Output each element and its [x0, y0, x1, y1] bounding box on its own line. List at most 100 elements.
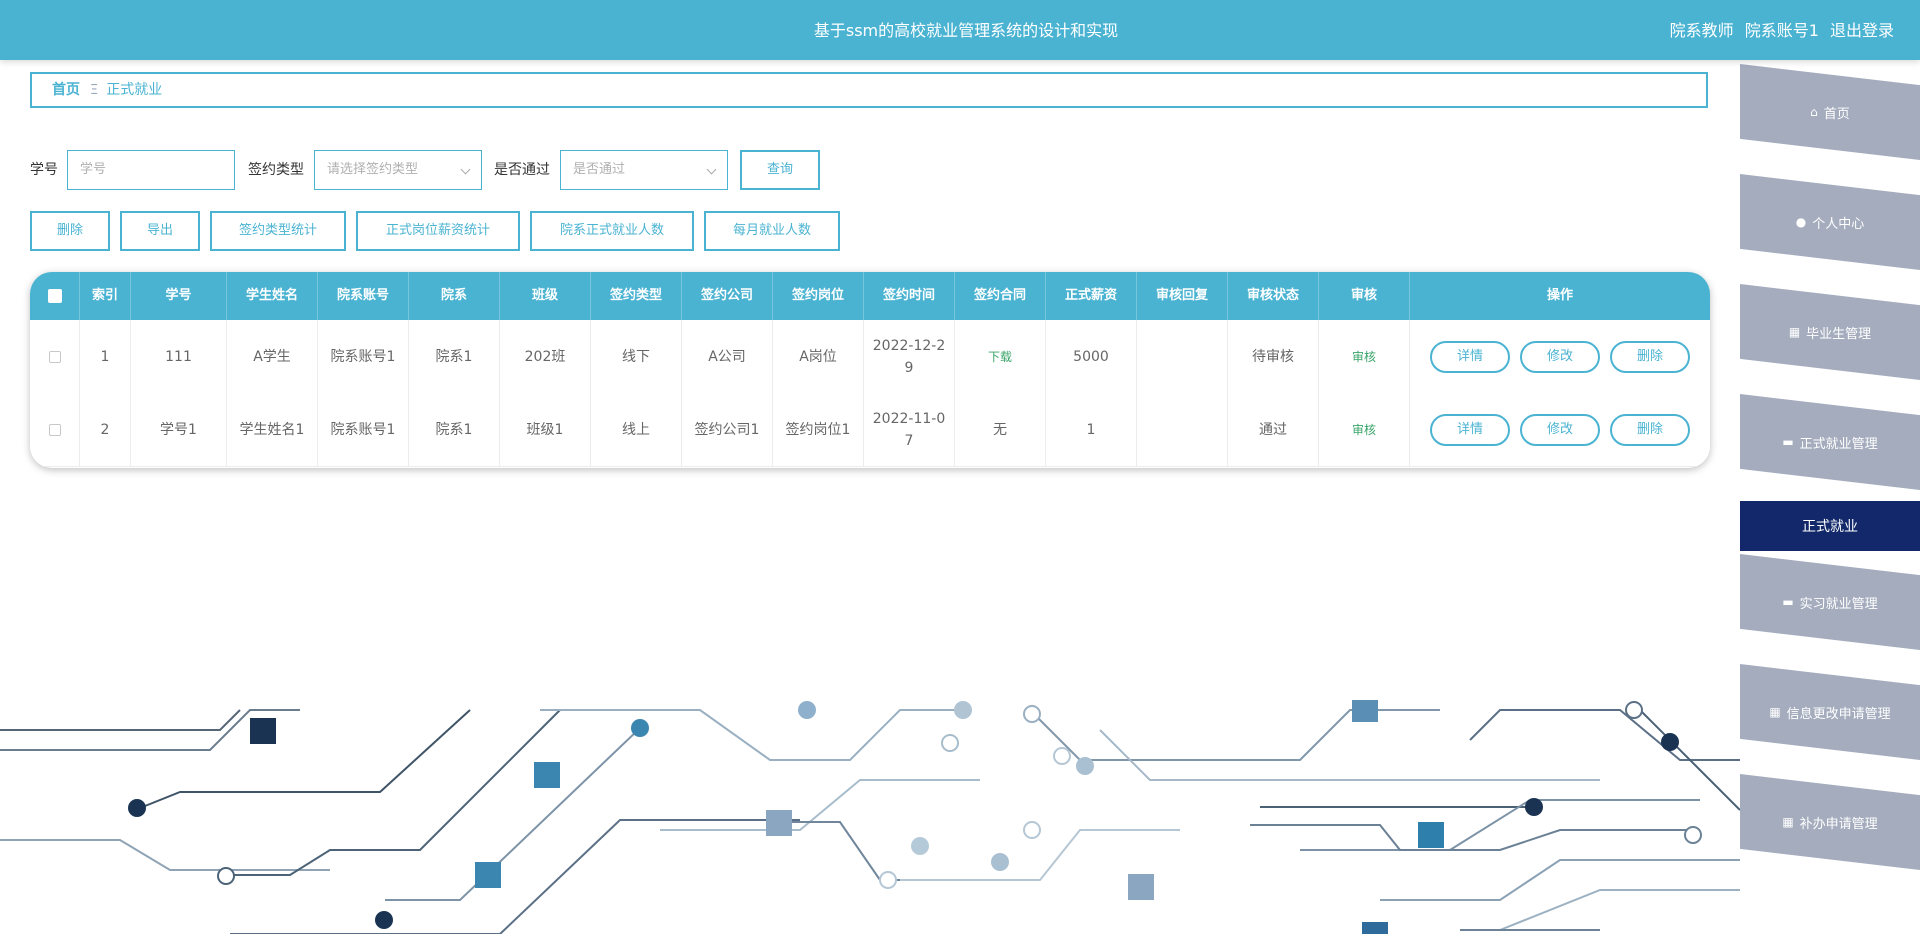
monthly-count-button[interactable]: 每月就业人数 — [704, 211, 840, 251]
row-checkbox[interactable] — [30, 393, 80, 466]
cell-review: 审核 — [1319, 393, 1410, 466]
cell-sign-type: 线下 — [591, 320, 682, 393]
th-reply: 审核回复 — [1137, 272, 1228, 320]
sidebar-item-label: 毕业生管理 — [1806, 326, 1872, 342]
sidebar-item-internship-mgmt[interactable]: ▬ 实习就业管理 — [1740, 554, 1920, 650]
cell-reply — [1137, 393, 1228, 466]
th-company: 签约公司 — [682, 272, 773, 320]
passed-select[interactable]: 是否通过 — [560, 150, 728, 190]
delete-button[interactable]: 删除 — [30, 211, 110, 251]
cell-position: A岗位 — [773, 320, 864, 393]
breadcrumb-current: 正式就业 — [106, 82, 163, 98]
chevron-down-icon — [706, 164, 717, 175]
cell-index: 2 — [80, 393, 131, 466]
sidebar-item-info-change-mgmt[interactable]: ▦ 信息更改申请管理 — [1740, 664, 1920, 760]
home-icon: ⌂ — [1810, 105, 1818, 119]
contract-download-link[interactable]: 下载 — [988, 346, 1012, 368]
row-delete-button[interactable]: 删除 — [1610, 413, 1690, 446]
th-salary: 正式薪资 — [1046, 272, 1137, 320]
cell-status: 待审核 — [1228, 320, 1319, 393]
sidebar-item-label: 信息更改申请管理 — [1786, 706, 1891, 722]
th-review: 审核 — [1319, 272, 1410, 320]
th-sign-time: 签约时间 — [864, 272, 955, 320]
review-link[interactable]: 审核 — [1352, 346, 1376, 368]
detail-button[interactable]: 详情 — [1430, 413, 1510, 446]
user-icon: ● — [1795, 215, 1807, 229]
sidebar-item-reissue-mgmt[interactable]: ▦ 补办申请管理 — [1740, 774, 1920, 870]
student-no-label: 学号 — [30, 162, 58, 178]
cell-student-name: 学生姓名1 — [227, 393, 318, 466]
sign-type-stats-button[interactable]: 签约类型统计 — [210, 211, 346, 251]
cell-class: 202班 — [500, 320, 591, 393]
dept-count-button[interactable]: 院系正式就业人数 — [530, 211, 694, 251]
breadcrumb-separator: Ξ — [90, 83, 99, 98]
row-checkbox[interactable] — [30, 320, 80, 393]
row-delete-button[interactable]: 删除 — [1610, 340, 1690, 373]
cell-salary: 1 — [1046, 393, 1137, 466]
cell-dept: 院系1 — [409, 320, 500, 393]
sidebar: ⌂ 首页 ● 个人中心 ▦ 毕业生管理 ▬ 正式就业管理 正式就业 ▬ 实习就业管理 ▦ 信… — [1740, 60, 1920, 934]
th-contract: 签约合同 — [955, 272, 1046, 320]
sidebar-item-label: 个人中心 — [1812, 216, 1865, 232]
cell-ops: 详情 修改 删除 — [1410, 320, 1710, 393]
grid-icon: ▦ — [1782, 815, 1794, 829]
monitor-icon: ▬ — [1782, 595, 1794, 609]
passed-placeholder: 是否通过 — [573, 162, 626, 177]
sidebar-item-label: 首页 — [1823, 106, 1850, 122]
user-account: 院系账号1 — [1744, 21, 1819, 40]
edit-button[interactable]: 修改 — [1520, 413, 1600, 446]
sidebar-item-profile[interactable]: ● 个人中心 — [1740, 174, 1920, 270]
th-index: 索引 — [80, 272, 131, 320]
cell-student-no: 学号1 — [131, 393, 227, 466]
breadcrumb-home[interactable]: 首页 — [52, 82, 80, 98]
logout-link[interactable]: 退出登录 — [1830, 21, 1894, 40]
edit-button[interactable]: 修改 — [1520, 340, 1600, 373]
cell-sign-type: 线上 — [591, 393, 682, 466]
cell-class: 班级1 — [500, 393, 591, 466]
app-title: 基于ssm的高校就业管理系统的设计和实现 — [813, 21, 1119, 40]
salary-stats-button[interactable]: 正式岗位薪资统计 — [356, 211, 520, 251]
cell-contract: 无 — [955, 393, 1046, 466]
th-status: 审核状态 — [1228, 272, 1319, 320]
sidebar-item-home[interactable]: ⌂ 首页 — [1740, 64, 1920, 160]
cell-contract: 下载 — [955, 320, 1046, 393]
sidebar-item-graduates[interactable]: ▦ 毕业生管理 — [1740, 284, 1920, 380]
user-role: 院系教师 — [1669, 21, 1734, 40]
cell-salary: 5000 — [1046, 320, 1137, 393]
cell-company: A公司 — [682, 320, 773, 393]
th-dept-account: 院系账号 — [318, 272, 409, 320]
cell-student-no: 111 — [131, 320, 227, 393]
table-row: 1 111 A学生 院系账号1 院系1 202班 线下 A公司 A岗位 2022… — [30, 320, 1710, 394]
th-student-name: 学生姓名 — [227, 272, 318, 320]
th-student-no: 学号 — [131, 272, 227, 320]
cell-index: 1 — [80, 320, 131, 393]
select-all-checkbox[interactable] — [30, 272, 80, 320]
export-button[interactable]: 导出 — [120, 211, 200, 251]
student-no-input[interactable]: 学号 — [67, 150, 235, 190]
detail-button[interactable]: 详情 — [1430, 340, 1510, 373]
sidebar-item-label: 正式就业管理 — [1799, 436, 1878, 452]
cell-status: 通过 — [1228, 393, 1319, 466]
sidebar-item-formal-employment[interactable]: 正式就业 — [1740, 501, 1920, 551]
monitor-icon: ▬ — [1782, 435, 1794, 449]
cell-dept-account: 院系账号1 — [318, 320, 409, 393]
sign-type-select[interactable]: 请选择签约类型 — [314, 150, 482, 190]
th-sign-type: 签约类型 — [591, 272, 682, 320]
query-button[interactable]: 查询 — [740, 150, 820, 190]
sidebar-item-label: 实习就业管理 — [1799, 596, 1878, 612]
th-ops: 操作 — [1546, 288, 1573, 303]
sign-type-placeholder: 请选择签约类型 — [327, 162, 419, 177]
table-header: 索引 学号 学生姓名 院系账号 院系 班级 签约类型 签约公司 签约岗位 签约时… — [30, 272, 1710, 320]
cell-sign-time: 2022-11-07 — [864, 393, 955, 466]
cell-sign-time: 2022-12-29 — [864, 320, 955, 393]
cell-review: 审核 — [1319, 320, 1410, 393]
sidebar-item-label: 补办申请管理 — [1799, 816, 1878, 832]
th-class: 班级 — [500, 272, 591, 320]
th-dept: 院系 — [409, 272, 500, 320]
sidebar-item-label: 正式就业 — [1802, 519, 1858, 535]
top-bar: 基于ssm的高校就业管理系统的设计和实现 院系教师 院系账号1 退出登录 — [0, 0, 1920, 60]
review-link[interactable]: 审核 — [1352, 419, 1376, 441]
sidebar-item-formal-employment-mgmt[interactable]: ▬ 正式就业管理 — [1740, 394, 1920, 490]
cell-student-name: A学生 — [227, 320, 318, 393]
circuit-background — [0, 700, 1740, 934]
